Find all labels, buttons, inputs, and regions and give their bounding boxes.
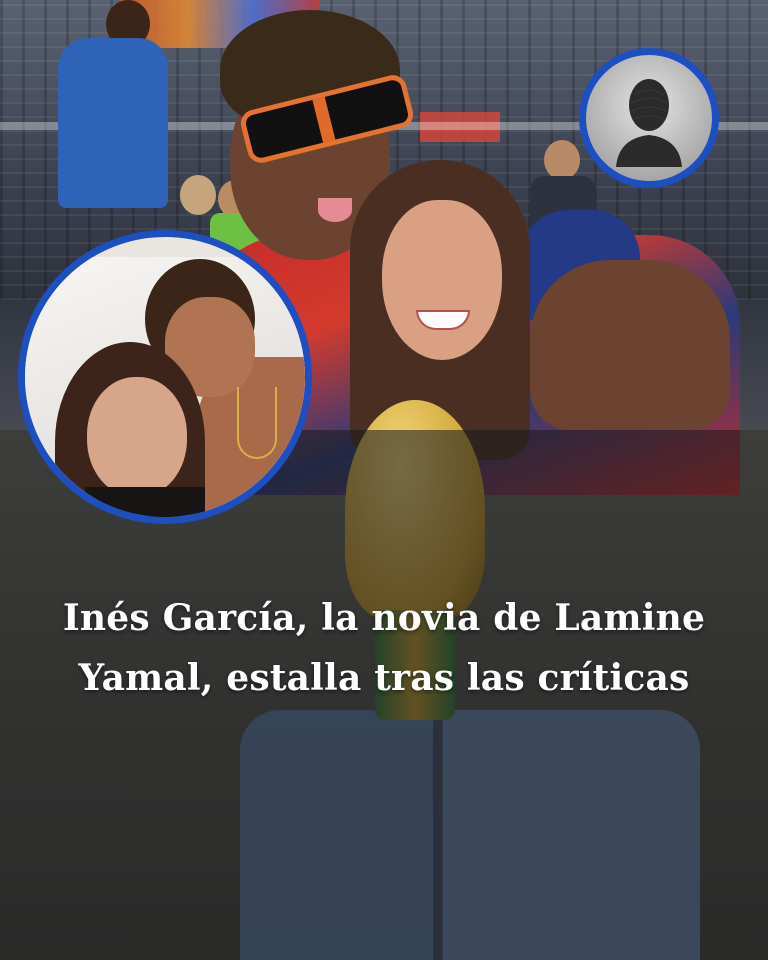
- necklace: [237, 387, 277, 459]
- anonymous-person-silhouette-icon: [616, 79, 682, 167]
- background-person-blue-shirt: [48, 0, 198, 230]
- inset-anonymous-avatar: [579, 48, 719, 188]
- headline: Inés García, la novia de Lamine Yamal, e…: [0, 588, 768, 708]
- headline-line-1: Inés García, la novia de Lamine: [62, 597, 706, 639]
- social-post-image: Inés García, la novia de Lamine Yamal, e…: [0, 0, 768, 960]
- inset-couple-photo: [18, 230, 312, 524]
- headline-line-2: Yamal, estalla tras las críticas: [78, 657, 690, 699]
